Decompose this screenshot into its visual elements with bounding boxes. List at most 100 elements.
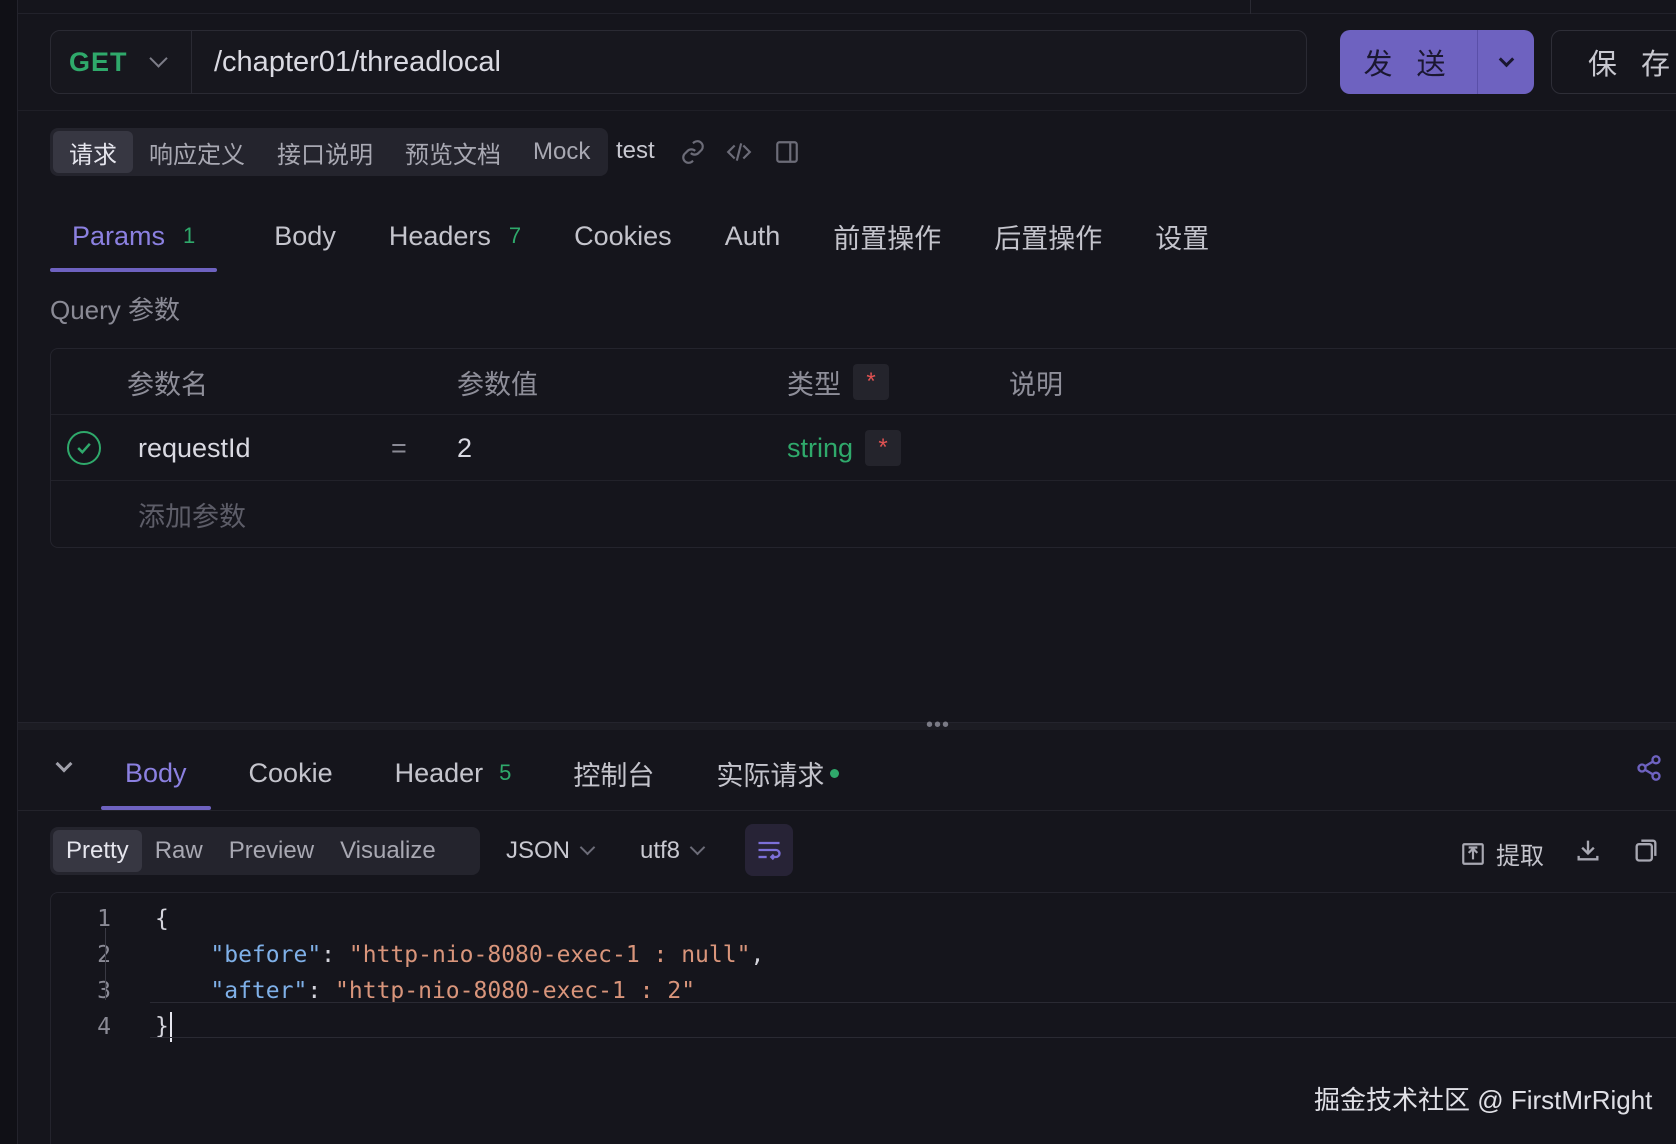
required-toggle[interactable]: * [865, 430, 902, 466]
watermark: 掘金技术社区 @ FirstMrRight [1314, 1085, 1653, 1115]
param-value[interactable]: 2 [457, 415, 472, 481]
extract-icon [1462, 842, 1484, 865]
download-icon[interactable] [1574, 836, 1602, 864]
code-token: "before" [155, 942, 322, 968]
send-options-button[interactable] [1478, 30, 1534, 94]
format-tab-preview[interactable]: Preview [216, 830, 327, 872]
tab-response-header[interactable]: Header 5 [371, 736, 536, 810]
code-text: "before": "http-nio-8080-exec-1 : null", [155, 942, 764, 968]
code-token: "http-nio-8080-exec-1 : 2" [335, 978, 696, 1004]
code-token: "http-nio-8080-exec-1 : null" [348, 942, 751, 968]
subtab-1[interactable]: 响应定义 [133, 131, 261, 173]
share-icon[interactable] [1635, 754, 1663, 782]
column-header-type-label: 类型 [787, 369, 841, 400]
query-section-title: Query 参数 [50, 295, 181, 325]
param-type-label: string [787, 432, 854, 463]
tab-count-badge: 1 [183, 223, 196, 248]
code-token: : [307, 978, 336, 1004]
tab-label: 前置操作 [833, 223, 942, 254]
format-tab-pretty[interactable]: Pretty [53, 830, 142, 872]
splitter-handle-icon[interactable]: ••• [926, 714, 950, 737]
tab-auth[interactable]: Auth [725, 200, 781, 272]
tab-label: 设置 [1155, 223, 1210, 254]
send-button[interactable]: 发 送 [1340, 30, 1478, 94]
table-row: requestId = 2 string * [51, 415, 1676, 481]
param-enabled-checkbox[interactable] [67, 415, 101, 481]
param-tabs: Params 1 Body Headers 7 Cookies Auth 前置操作 后置操作 设置 [50, 200, 1676, 272]
tab-response-body[interactable]: Body [101, 736, 211, 810]
tab-param-5[interactable]: 前置操作 [833, 200, 941, 272]
format-type-select[interactable]: JSON [506, 837, 596, 865]
chevron-down-icon [1498, 51, 1514, 67]
copy-icon[interactable] [1632, 836, 1660, 864]
line-number: 3 [51, 978, 111, 1004]
chevron-down-icon [55, 755, 73, 773]
subtab-2[interactable]: 接口说明 [261, 131, 389, 173]
tab-label: Cookies [574, 220, 672, 251]
add-param-input[interactable]: 添加参数 [138, 481, 246, 547]
query-params-table: 参数名 参数值 类型 * 说明 requestId = 2 string * 添… [50, 348, 1676, 548]
tab-label: 实际请求 [716, 760, 825, 791]
tab-param-7[interactable]: 设置 [1155, 200, 1209, 272]
encoding-select[interactable]: utf8 [640, 837, 706, 865]
code-line: 1{ [51, 901, 1676, 937]
tab-label: Cookie [248, 757, 333, 788]
param-name[interactable]: requestId [138, 415, 251, 481]
encoding-label: utf8 [640, 837, 681, 864]
tab-params[interactable]: Params 1 [50, 200, 218, 272]
method-label: GET [69, 46, 128, 77]
add-param-row: 添加参数 [51, 481, 1676, 547]
tab-label: 控制台 [573, 760, 655, 791]
environment-name[interactable]: test [616, 137, 655, 165]
extract-label: 提取 [1496, 843, 1544, 870]
window-left-edge [0, 0, 18, 1144]
indent-guide [105, 928, 106, 1000]
active-line-highlight [150, 1002, 1676, 1038]
divider [18, 110, 1676, 111]
url-bar: GET [50, 30, 1307, 94]
code-text: "after": "http-nio-8080-exec-1 : 2" [155, 978, 695, 1004]
link-icon[interactable] [678, 137, 708, 167]
line-number: 1 [97, 906, 111, 932]
top-strip [18, 0, 1676, 14]
tab-cookies[interactable]: Cookies [574, 200, 672, 272]
tab-label: 后置操作 [994, 223, 1103, 254]
code-icon[interactable] [724, 137, 754, 167]
tab-count-badge: 7 [508, 223, 522, 248]
tab-headers[interactable]: Headers 7 [389, 200, 521, 272]
save-button[interactable]: 保 存 [1551, 30, 1676, 94]
tab-body[interactable]: Body [274, 200, 336, 272]
divider [18, 810, 1676, 811]
tab-response-4[interactable]: 实际请求 [692, 736, 863, 810]
required-marker: * [853, 364, 889, 400]
url-input[interactable] [192, 31, 1306, 93]
format-tabs: Pretty Raw Preview Visualize [50, 827, 480, 875]
collapse-response-button[interactable] [55, 755, 80, 780]
format-type-label: JSON [506, 837, 571, 864]
tab-response-3[interactable]: 控制台 [549, 736, 678, 810]
format-tab-visualize[interactable]: Visualize [327, 830, 449, 872]
method-select[interactable]: GET [51, 31, 192, 93]
tab-count-badge: 5 [499, 760, 512, 785]
chevron-down-icon [579, 839, 596, 856]
tab-label: Auth [724, 220, 781, 251]
subtab-mock[interactable]: Mock [517, 131, 606, 173]
panel-splitter[interactable] [18, 722, 1676, 730]
panel-toggle-icon[interactable] [772, 137, 802, 167]
request-subtabs: 请求 响应定义 接口说明 预览文档 Mock [50, 128, 608, 176]
format-tab-raw[interactable]: Raw [142, 830, 216, 872]
tab-label: Body [274, 220, 336, 251]
response-tabs: Body Cookie Header 5 控制台 实际请求 [101, 736, 863, 810]
code-token: , [750, 942, 765, 968]
subtab-0[interactable]: 请求 [53, 131, 133, 173]
word-wrap-button[interactable] [745, 824, 793, 876]
line-number: 4 [97, 1014, 111, 1040]
chevron-down-icon [689, 839, 706, 856]
status-dot-icon [830, 768, 840, 778]
tab-param-6[interactable]: 后置操作 [994, 200, 1102, 272]
code-text: { [155, 906, 169, 932]
param-type[interactable]: string * [787, 415, 902, 481]
extract-button[interactable]: 提取 [1460, 836, 1544, 871]
tab-response-cookie[interactable]: Cookie [225, 736, 357, 810]
subtab-3[interactable]: 预览文档 [389, 131, 517, 173]
